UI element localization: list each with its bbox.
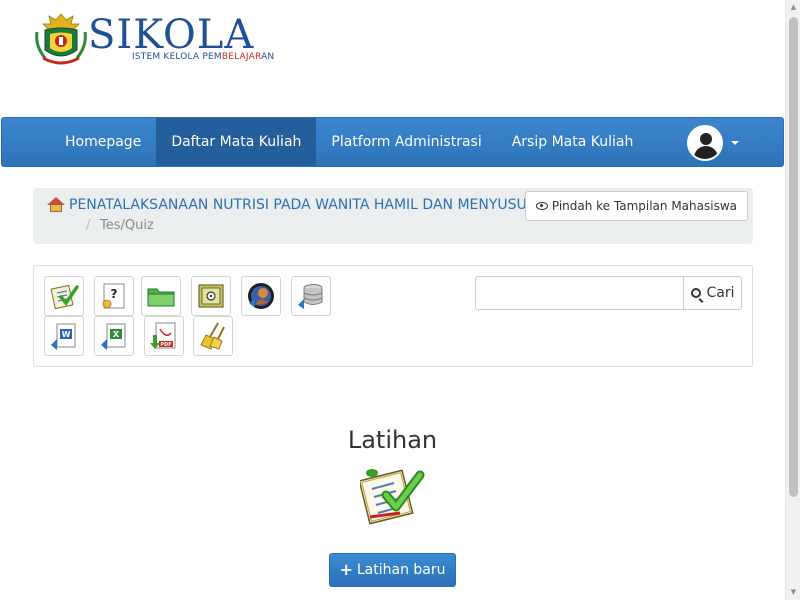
breadcrumb-separator: / — [86, 218, 91, 233]
broom-clean-button[interactable] — [193, 316, 233, 356]
excel-import-button[interactable]: X — [94, 316, 134, 356]
svg-text:X: X — [113, 330, 120, 339]
database-button[interactable] — [291, 276, 331, 316]
main-navbar: Homepage Daftar Mata Kuliah Platform Adm… — [1, 117, 784, 167]
switch-to-student-view-button[interactable]: Pindah ke Tampilan Mahasiswa — [524, 191, 748, 221]
question-bank-button[interactable]: ? — [94, 276, 134, 316]
folder-icon — [147, 288, 175, 307]
backup-user-button[interactable] — [241, 276, 281, 316]
breadcrumb-course-title[interactable]: PENATALAKSANAAN NUTRISI PADA WANITA HAMI… — [69, 197, 531, 213]
search-icon — [690, 288, 701, 298]
vertical-scrollbar[interactable]: ▲ ▼ — [785, 0, 800, 600]
nav-item-homepage[interactable]: Homepage — [50, 118, 156, 166]
user-avatar-icon[interactable] — [687, 125, 723, 161]
logo-subtitle-red: BELAJAR — [221, 52, 262, 62]
logo-subtitle-suffix: AN — [261, 52, 275, 62]
search-button-label: Cari — [706, 285, 735, 301]
question-bank-icon: ? — [102, 283, 125, 309]
safe-button[interactable] — [191, 276, 231, 316]
database-icon — [298, 284, 323, 309]
plus-icon: + — [339, 560, 353, 579]
switch-to-student-view-label: Pindah ke Tampilan Mahasiswa — [551, 199, 737, 213]
quiz-checklist-button[interactable] — [44, 276, 84, 316]
breadcrumb-current: Tes/Quiz — [100, 218, 154, 233]
nav-item-platform-administrasi[interactable]: Platform Administrasi — [316, 118, 496, 166]
logo-wordmark: SIKOLA — [88, 14, 254, 56]
word-import-button[interactable]: W — [44, 316, 84, 356]
svg-text:PDF: PDF — [160, 342, 171, 348]
breadcrumb-course-link[interactable]: PENATALAKSANAAN NUTRISI PADA WANITA HAMI… — [47, 197, 531, 213]
sikola-logo[interactable]: SIKOLA ISTEM KELOLA PEMBELAJARAN — [33, 10, 293, 72]
chevron-down-icon[interactable] — [731, 141, 739, 145]
nav-item-arsip-mata-kuliah[interactable]: Arsip Mata Kuliah — [497, 118, 649, 166]
logo-subtitle: ISTEM KELOLA PEMBELAJARAN — [132, 52, 274, 62]
home-icon — [47, 197, 65, 213]
folder-button[interactable] — [141, 276, 181, 316]
backup-user-icon — [248, 283, 274, 309]
new-latihan-label: Latihan baru — [356, 562, 446, 578]
svg-text:?: ? — [111, 287, 118, 301]
logo-subtitle-prefix: ISTEM KELOLA PEM — [132, 52, 222, 62]
tool-panel: ? W X PDF Cari — [33, 265, 753, 367]
breadcrumb: PENATALAKSANAAN NUTRISI PADA WANITA HAMI… — [33, 188, 753, 244]
quiz-checklist-icon — [50, 284, 79, 310]
quiz-checklist-large-icon — [360, 469, 425, 525]
scroll-down-arrow-icon[interactable]: ▼ — [786, 585, 800, 600]
scrollbar-thumb[interactable] — [789, 17, 798, 497]
search-input[interactable] — [475, 276, 684, 310]
pdf-download-button[interactable]: PDF — [144, 316, 184, 356]
university-emblem-icon — [35, 13, 87, 65]
safe-icon — [198, 284, 224, 308]
word-import-icon: W — [51, 323, 76, 350]
nav-item-daftar-mata-kuliah[interactable]: Daftar Mata Kuliah — [156, 118, 317, 166]
nav-menu: Homepage Daftar Mata Kuliah Platform Adm… — [50, 118, 648, 168]
user-menu-dropdown[interactable] — [687, 125, 739, 161]
section-heading: Latihan — [347, 426, 438, 454]
new-latihan-button[interactable]: + Latihan baru — [329, 553, 456, 587]
svg-text:W: W — [62, 330, 71, 339]
scroll-up-arrow-icon[interactable]: ▲ — [786, 0, 800, 15]
eye-icon — [535, 202, 548, 210]
pdf-download-icon: PDF — [150, 322, 176, 349]
search-button[interactable]: Cari — [683, 276, 742, 310]
excel-import-icon: X — [101, 323, 126, 350]
broom-clean-icon — [200, 322, 225, 350]
